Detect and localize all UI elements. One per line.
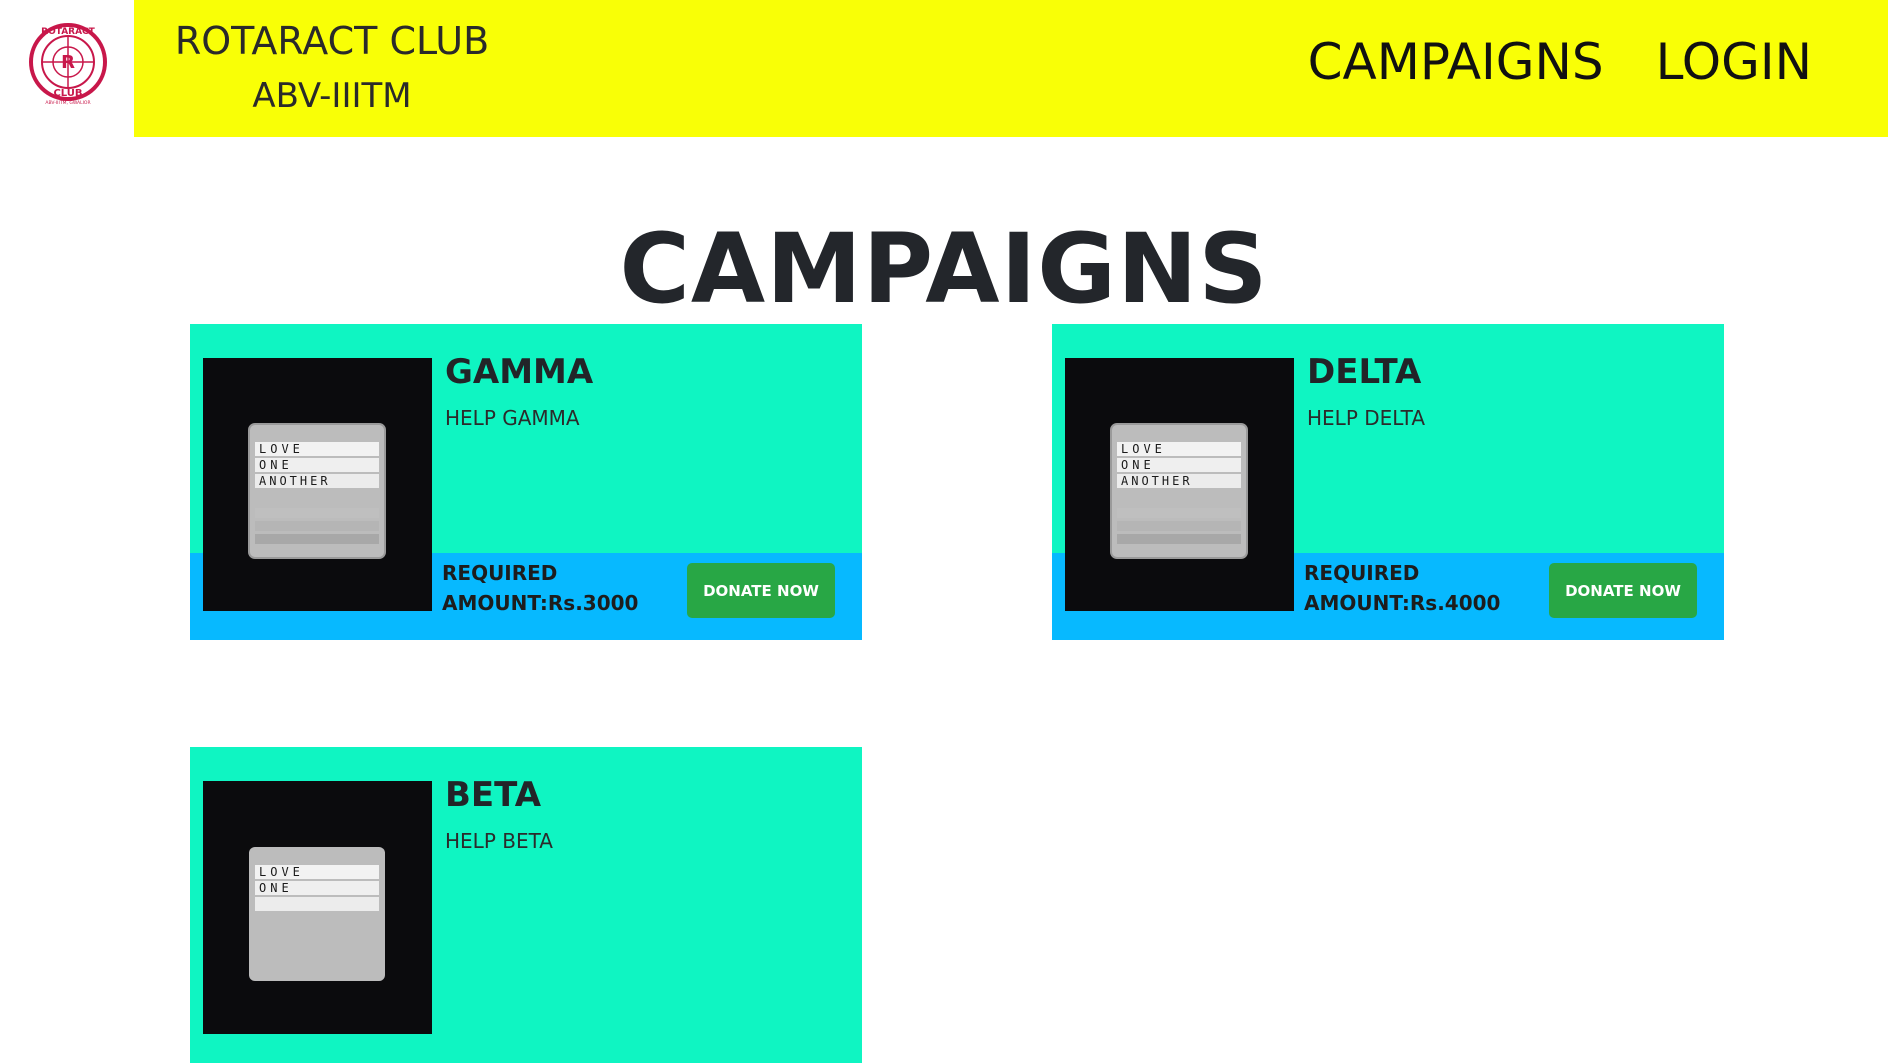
campaign-card: LOVE ONE ANOTHER DELTA HELP DELTA REQUIR… xyxy=(1052,324,1724,640)
required-amount-line1: REQUIRED xyxy=(442,561,558,585)
campaign-title: GAMMA xyxy=(445,352,594,392)
rotaract-logo[interactable]: R ROTARACT CLUB ABV-IIITM, GWALIOR xyxy=(28,18,108,112)
campaign-image: LOVE ONE xyxy=(203,781,432,1034)
campaign-card: LOVE ONE ANOTHER GAMMA HELP GAMMA REQUIR… xyxy=(190,324,862,640)
campaign-title: BETA xyxy=(445,775,542,815)
required-amount: REQUIRED AMOUNT:Rs.4000 xyxy=(1304,558,1504,618)
svg-text:ONE: ONE xyxy=(259,881,293,895)
campaign-description: HELP BETA xyxy=(445,829,553,853)
required-amount-line2: AMOUNT:Rs.3000 xyxy=(442,591,639,615)
svg-text:LOVE: LOVE xyxy=(1121,442,1166,456)
nav-campaigns-link[interactable]: CAMPAIGNS xyxy=(1308,30,1604,94)
club-name[interactable]: ROTARACT CLUB xyxy=(172,18,492,64)
campaign-image: LOVE ONE ANOTHER xyxy=(1065,358,1294,611)
nav-login-link[interactable]: LOGIN xyxy=(1656,30,1812,94)
site-header: R ROTARACT CLUB ABV-IIITM, GWALIOR ROTAR… xyxy=(0,0,1888,137)
campaign-card: LOVE ONE BETA HELP BETA xyxy=(190,747,862,1063)
svg-text:ROTARACT: ROTARACT xyxy=(41,27,95,37)
svg-text:ABV-IIITM, GWALIOR: ABV-IIITM, GWALIOR xyxy=(45,100,90,106)
campaign-description: HELP GAMMA xyxy=(445,406,580,430)
club-subtitle: ABV-IIITM xyxy=(252,76,412,116)
campaign-image: LOVE ONE ANOTHER xyxy=(203,358,432,611)
donate-now-button[interactable]: DONATE NOW xyxy=(1549,563,1697,618)
svg-text:LOVE: LOVE xyxy=(259,442,304,456)
lightbox-sign-image: LOVE ONE ANOTHER xyxy=(203,358,432,611)
svg-text:CLUB: CLUB xyxy=(53,88,82,99)
lightbox-sign-image: LOVE ONE xyxy=(203,781,432,1034)
svg-text:ONE: ONE xyxy=(259,458,293,472)
required-amount: REQUIRED AMOUNT:Rs.3000 xyxy=(442,558,642,618)
donate-now-button[interactable]: DONATE NOW xyxy=(687,563,835,618)
header-bar: ROTARACT CLUB ABV-IIITM CAMPAIGNS LOGIN xyxy=(134,0,1888,137)
required-amount-line1: REQUIRED xyxy=(1304,561,1420,585)
main-nav: CAMPAIGNS LOGIN xyxy=(1308,30,1812,94)
campaign-title: DELTA xyxy=(1307,352,1422,392)
svg-text:R: R xyxy=(61,52,75,73)
svg-text:ONE: ONE xyxy=(1121,458,1155,472)
svg-text:ANOTHER: ANOTHER xyxy=(1121,474,1193,488)
svg-text:LOVE: LOVE xyxy=(259,865,304,879)
page-title: CAMPAIGNS xyxy=(619,213,1269,326)
required-amount-line2: AMOUNT:Rs.4000 xyxy=(1304,591,1501,615)
campaign-description: HELP DELTA xyxy=(1307,406,1426,430)
svg-text:ANOTHER: ANOTHER xyxy=(259,474,331,488)
logo-container: R ROTARACT CLUB ABV-IIITM, GWALIOR xyxy=(0,0,134,137)
lightbox-sign-image: LOVE ONE ANOTHER xyxy=(1065,358,1294,611)
